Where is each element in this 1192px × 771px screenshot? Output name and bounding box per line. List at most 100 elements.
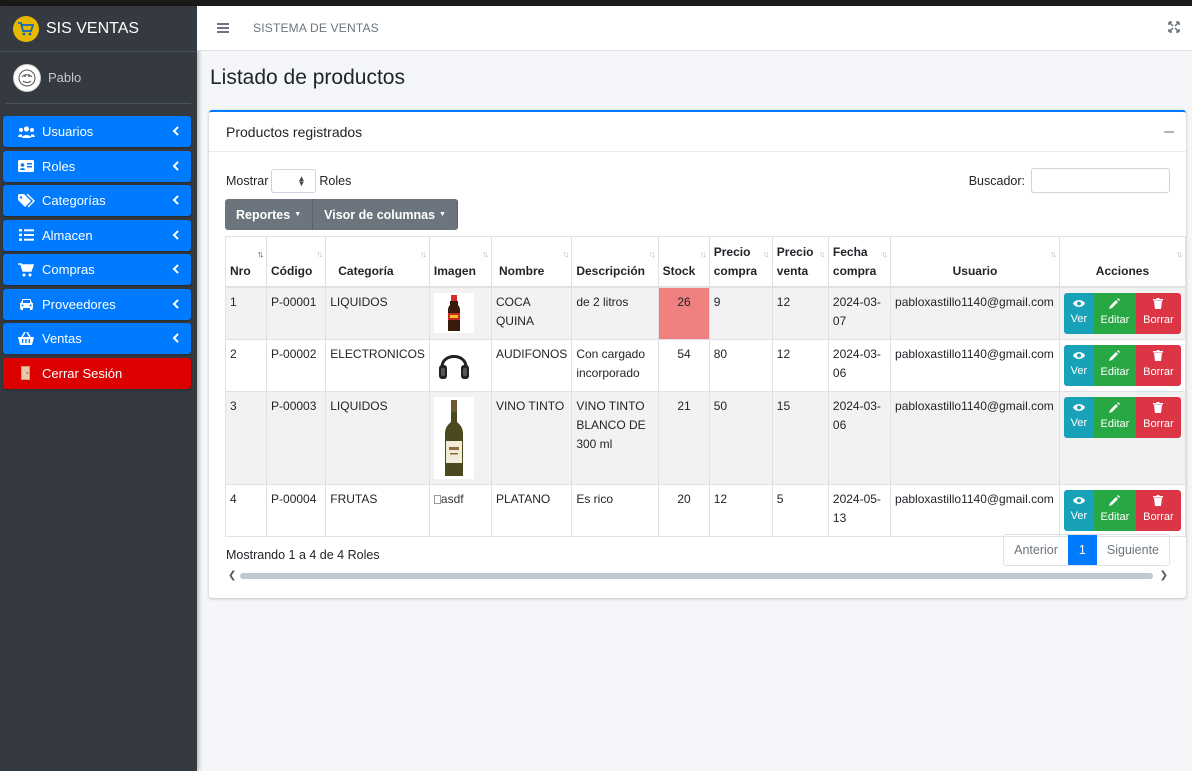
delete-button[interactable]: Borrar: [1135, 397, 1181, 438]
view-button[interactable]: Ver: [1063, 397, 1094, 438]
scroll-left-icon[interactable]: ❮: [228, 570, 236, 581]
col-codigo[interactable]: ↑↓ Código: [266, 236, 327, 288]
products-card: Productos registrados Mostrar ▲ ▼ Roles B…: [209, 110, 1187, 598]
view-button[interactable]: Ver: [1063, 490, 1094, 531]
sort-updown-icon: ▲ ▼: [297, 174, 306, 188]
edit-button[interactable]: Editar: [1093, 397, 1136, 438]
fullscreen-icon[interactable]: [1168, 21, 1180, 36]
col-label: Nro: [230, 264, 251, 278]
col-label: Descripción: [576, 264, 646, 278]
search-label: Buscador:: [968, 173, 1025, 188]
sidebar-item-usuarios[interactable]: Usuarios: [3, 116, 191, 147]
view-label: Ver: [1070, 416, 1088, 429]
page-1-button[interactable]: 1: [1067, 535, 1097, 565]
cell-fecha: 2024-03-07: [827, 286, 892, 340]
cell-imagen: asdf: [428, 484, 492, 537]
chevron-left-icon: [172, 228, 179, 243]
scroll-right-icon[interactable]: ❯: [1160, 570, 1168, 581]
cell-stock: 54: [657, 339, 710, 392]
column-visibility-button[interactable]: Visor de columnas ▼: [313, 199, 458, 230]
export-button-group: Reportes ▼ Visor de columnas ▼: [225, 199, 458, 230]
user-panel[interactable]: Pablo: [6, 52, 191, 104]
collapse-icon[interactable]: [1164, 131, 1174, 133]
cell-descripcion: Es rico: [571, 484, 659, 537]
col-descripcion[interactable]: ↑↓ Descripción: [571, 236, 659, 288]
sidebar-item-proveedores[interactable]: Proveedores: [3, 288, 191, 320]
edit-label: Editar: [1100, 313, 1130, 326]
caret-down-icon: ▼: [439, 211, 446, 218]
hamburger-menu-icon[interactable]: [217, 21, 229, 35]
col-label: Categoría: [338, 264, 394, 278]
show-suffix: Roles: [319, 174, 352, 188]
product-image-cola-bottle: [433, 293, 474, 333]
sidebar-item-categorias[interactable]: Categorías: [3, 185, 191, 216]
sidebar-item-almacen[interactable]: Almacen: [3, 219, 191, 251]
sort-icon: ↑↓: [881, 249, 888, 259]
sidebar-item-label: Usuarios: [42, 124, 94, 139]
scroll-thumb[interactable]: [240, 573, 1153, 579]
cell-codigo: P-00004: [266, 484, 327, 537]
delete-label: Borrar: [1143, 510, 1174, 523]
edit-button[interactable]: Editar: [1093, 293, 1136, 334]
sidebar-item-roles[interactable]: Roles: [3, 150, 191, 182]
users-icon: [17, 125, 35, 138]
col-usuario[interactable]: ↑↓ Usuario: [890, 236, 1060, 288]
view-button[interactable]: Ver: [1063, 293, 1094, 334]
logout-button[interactable]: Cerrar Sesión: [3, 357, 191, 389]
pencil-icon: [1109, 297, 1121, 309]
delete-button[interactable]: Borrar: [1135, 490, 1181, 531]
trash-icon: [1153, 297, 1164, 309]
col-label: Nombre: [498, 264, 545, 278]
col-acciones[interactable]: ↑↓ Acciones: [1058, 236, 1187, 288]
col-stock[interactable]: ↑↓ Stock: [657, 236, 710, 288]
page-length-select[interactable]: ▲ ▼: [271, 169, 317, 193]
table-info: Mostrando 1 a 4 de 4 Roles: [226, 548, 380, 562]
sidebar-item-ventas[interactable]: Ventas: [3, 323, 191, 354]
show-label: Mostrar: [226, 174, 269, 188]
header-title[interactable]: SISTEMA DE VENTAS: [253, 21, 379, 35]
col-categoria[interactable]: ↑↓ Categoría: [325, 236, 430, 288]
cell-fecha: 2024-03-06: [827, 391, 892, 485]
search-control: Buscador:: [969, 168, 1170, 193]
basket-icon: [17, 332, 35, 345]
cell-precio-compra: 12: [708, 484, 773, 537]
cell-precio-compra: 50: [708, 391, 773, 485]
eye-icon: [1072, 496, 1085, 504]
col-precio-compra[interactable]: ↑↓ Precio compra: [708, 236, 773, 288]
col-nombre[interactable]: ↑↓ Nombre: [490, 236, 573, 288]
search-input[interactable]: [1031, 168, 1170, 193]
delete-button[interactable]: Borrar: [1135, 293, 1181, 334]
cell-acciones: Ver Editar Borrar: [1058, 391, 1187, 485]
col-precio-venta[interactable]: ↑↓ Precio venta: [771, 236, 829, 288]
cell-stock: 21: [657, 391, 710, 485]
col-imagen[interactable]: ↑↓ Imagen: [428, 236, 492, 288]
cell-fecha: 2024-05-13: [827, 484, 892, 537]
delete-button[interactable]: Borrar: [1135, 345, 1181, 386]
pencil-icon: [1109, 349, 1121, 361]
sort-icon: ↑↓: [562, 249, 569, 259]
cell-imagen: [428, 391, 492, 485]
table-row: 2 P-00002 ELECTRONICOS AUDIFONOS Con car…: [224, 339, 1187, 392]
col-label: Acciones: [1095, 264, 1150, 278]
next-page-button[interactable]: Siguiente: [1097, 535, 1169, 565]
edit-label: Editar: [1100, 365, 1130, 378]
cell-precio-venta: 12: [771, 339, 829, 392]
reports-button[interactable]: Reportes ▼: [225, 199, 314, 230]
col-fecha-compra[interactable]: ↑↓ Fecha compra: [827, 236, 892, 288]
sidebar-item-compras[interactable]: Compras: [3, 254, 191, 285]
horizontal-scrollbar[interactable]: ❮ ❯: [226, 570, 1170, 582]
view-button[interactable]: Ver: [1063, 345, 1094, 386]
sidebar-item-label: Roles: [42, 158, 76, 174]
card-header: Productos registrados: [209, 112, 1186, 152]
cell-categoria: ELECTRONICOS: [325, 339, 430, 392]
brand[interactable]: SIS VENTAS: [0, 6, 197, 52]
edit-label: Editar: [1100, 417, 1130, 430]
sidebar: SIS VENTAS Pablo Usuarios Roles Categorí…: [0, 6, 197, 771]
page-title: Listado de productos: [210, 66, 405, 89]
cell-usuario: pabloxastillo1140@gmail.com: [890, 286, 1060, 340]
edit-button[interactable]: Editar: [1093, 490, 1136, 531]
prev-page-button[interactable]: Anterior: [1004, 535, 1068, 565]
col-nro[interactable]: ↑↓ Nro: [224, 236, 268, 288]
edit-button[interactable]: Editar: [1093, 345, 1136, 386]
cell-acciones: Ver Editar Borrar: [1058, 339, 1187, 392]
